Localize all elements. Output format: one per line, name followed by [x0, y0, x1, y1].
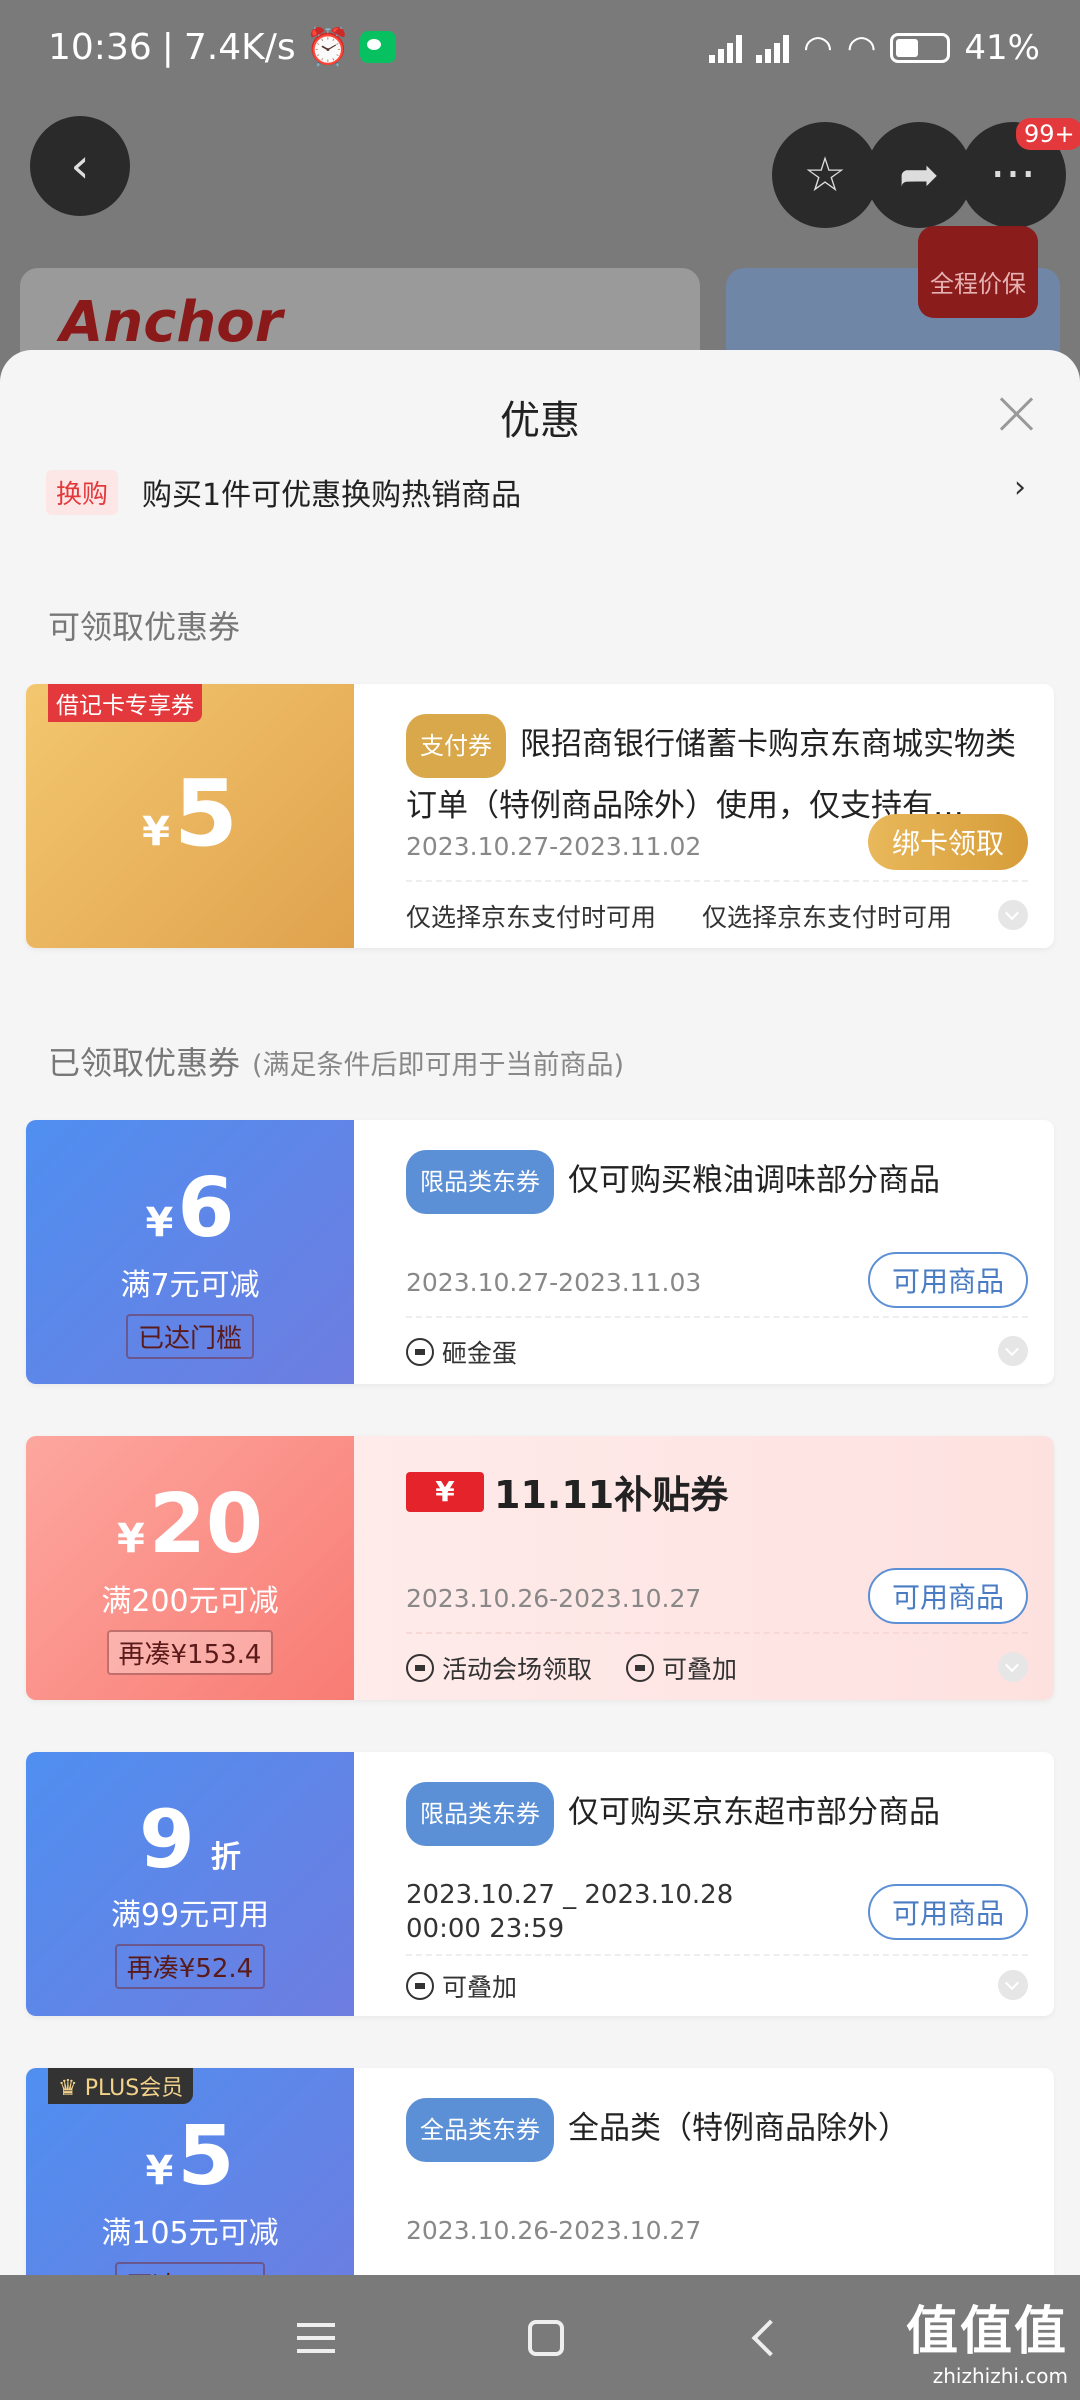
status-time: 10:36 — [48, 26, 152, 68]
promo-row[interactable]: 换购 购买1件可优惠换购热销商品 › — [0, 462, 1080, 526]
coupon-date: 2023.10.26-2023.10.27 — [406, 1584, 702, 1613]
promo-tag: 换购 — [46, 470, 119, 515]
wifi-icon-2: ◠ — [846, 28, 877, 68]
coupon-source: 活动会场领取 — [442, 1655, 593, 1684]
brand-logo: Anchor — [60, 290, 283, 355]
bind-card-button[interactable]: 绑卡领取 — [868, 814, 1028, 870]
coupon-condition: 满99元可用 — [110, 1898, 270, 1933]
back-button[interactable]: ‹ — [30, 116, 130, 216]
wifi-icon: ◠ — [803, 28, 833, 68]
chevron-right-icon: › — [1014, 470, 1026, 505]
share-button[interactable]: ➦ — [866, 122, 972, 228]
star-icon: ☆ — [803, 147, 847, 203]
claimed-section-title: 已领取优惠券 (满足条件后即可用于当前商品) — [48, 1044, 625, 1082]
coupon-card: 9折 满99元可用 再凑¥52.4 限品类东券 仅可购买京东超市部分商品 2023… — [26, 1752, 1054, 2016]
yen-tag-icon: ¥ — [406, 1471, 484, 1512]
chevron-left-icon: ‹ — [70, 138, 90, 194]
back-icon[interactable] — [751, 2319, 789, 2356]
more-icon: ··· — [990, 147, 1036, 203]
coupon-card: 借记卡专享券 ¥5 支付券 限招商银行储蓄卡购京东商城实物类订单（特例商品除外）使… — [26, 684, 1054, 948]
coupon-source: 砸金蛋 — [442, 1339, 518, 1368]
sheet-title: 优惠 — [500, 398, 580, 444]
coupon-title: 仅可购买粮油调味部分商品 — [568, 1162, 940, 1199]
battery-icon — [890, 33, 951, 63]
coupon-type-pill: 全品类东券 — [406, 2098, 554, 2162]
coupon-amount: 20 — [148, 1477, 263, 1572]
menu-icon[interactable] — [296, 2322, 335, 2353]
stackable-label: 可叠加 — [442, 1973, 518, 2002]
coupon-source-icon — [406, 1338, 434, 1366]
available-section-title: 可领取优惠券 — [48, 608, 241, 646]
coupon-footer-note-2: 仅选择京东支付时可用 — [702, 903, 953, 932]
subsidy-coupon-logo: ¥ 11.11补贴券 — [406, 1464, 728, 1519]
coupon-value: ¥5 — [26, 684, 354, 948]
claimed-section-hint: (满足条件后即可用于当前商品) — [252, 1050, 625, 1081]
coupon-card: ¥20 满200元可减 再凑¥153.4 ¥ 11.11补贴券 2023.10.… — [26, 1436, 1054, 1700]
coupon-value: ¥6 满7元可减 已达门槛 — [26, 1120, 354, 1384]
battery-level: 41% — [964, 28, 1040, 68]
coupon-threshold: 再凑¥52.4 — [114, 1944, 266, 1989]
discount-sheet: 优惠 换购 购买1件可优惠换购热销商品 › 可领取优惠券 借记卡专享券 ¥5 支… — [0, 350, 1080, 2275]
plus-member-tag: ♛ PLUS会员 — [48, 2068, 194, 2104]
coupon-card: ♛ PLUS会员 ¥5 满105元可减 再凑¥58.4 全品类东券全品类（特例商… — [26, 2068, 1054, 2275]
coupon-threshold: 再凑¥153.4 — [106, 1630, 274, 1675]
coupon-source-icon — [406, 1654, 434, 1682]
coupon-card: ¥6 满7元可减 已达门槛 限品类东券 仅可购买粮油调味部分商品 2023.10.… — [26, 1120, 1054, 1384]
share-icon: ➦ — [898, 147, 940, 203]
signal-icon — [709, 33, 743, 63]
coupon-type-pill: 限品类东券 — [406, 1150, 554, 1214]
eligible-products-button[interactable]: 可用商品 — [868, 1252, 1028, 1308]
coupon-condition: 满7元可减 — [120, 1268, 260, 1303]
coupon-amount: 5 — [177, 2109, 235, 2204]
stackable-icon — [626, 1654, 655, 1682]
crown-icon: ♛ — [58, 2076, 85, 2101]
sheet-header: 优惠 — [0, 350, 1080, 476]
coupon-condition: 满105元可减 — [101, 2216, 279, 2251]
subsidy-coupon-title: 11.11补贴券 — [494, 1473, 729, 1517]
notification-badge: 99+ — [1016, 118, 1080, 150]
coupon-amount: 6 — [177, 1161, 235, 1256]
eligible-products-button[interactable]: 可用商品 — [868, 1884, 1028, 1940]
network-speed: 7.4K/s — [183, 26, 296, 68]
favorite-button[interactable]: ☆ — [772, 122, 878, 228]
debit-card-tag: 借记卡专享券 — [48, 684, 202, 722]
coupon-footer-note: 仅选择京东支付时可用 — [406, 903, 657, 932]
coupon-amount: 5 — [173, 760, 238, 867]
stackable-label: 可叠加 — [662, 1655, 738, 1684]
expand-icon[interactable] — [998, 1970, 1028, 2000]
coupon-threshold: 再凑¥58.4 — [114, 2262, 266, 2275]
coupon-time: 00:00 23:59 — [406, 1914, 565, 1944]
coupon-date: 2023.10.27-2023.11.03 — [406, 1268, 702, 1297]
expand-icon[interactable] — [998, 1652, 1028, 1682]
coupon-threshold: 已达门槛 — [125, 1314, 254, 1359]
coupon-value: ¥20 满200元可减 再凑¥153.4 — [26, 1436, 354, 1700]
price-guard-badge: 全程价保 — [918, 226, 1038, 318]
coupon-condition: 满200元可减 — [101, 1584, 279, 1619]
coupon-amount: 9 — [139, 1793, 195, 1886]
system-nav-bar: 值值值 zhizhizhi.com — [0, 2275, 1080, 2400]
alarm-icon: ⏰ — [305, 27, 351, 68]
discount-unit: 折 — [210, 1840, 241, 1875]
expand-icon[interactable] — [998, 1336, 1028, 1366]
promo-text: 购买1件可优惠换购热销商品 — [142, 478, 522, 513]
close-icon[interactable] — [996, 394, 1036, 434]
coupon-type-pill: 支付券 — [406, 714, 506, 778]
wechat-icon — [360, 31, 397, 63]
home-icon[interactable] — [527, 2319, 564, 2356]
status-bar: 10:36 | 7.4K/s ⏰ ◠ ◠ 41% — [48, 26, 1040, 69]
coupon-date: 2023.10.27-2023.11.02 — [406, 832, 702, 861]
coupon-date: 2023.10.26-2023.10.27 — [406, 2216, 702, 2245]
coupon-type-pill: 限品类东券 — [406, 1782, 554, 1846]
signal-icon-2 — [756, 33, 790, 63]
coupon-date: 2023.10.27 _ 2023.10.28 — [406, 1880, 734, 1910]
coupon-title: 仅可购买京东超市部分商品 — [568, 1794, 940, 1831]
expand-icon[interactable] — [998, 900, 1028, 930]
eligible-products-button[interactable]: 可用商品 — [868, 1568, 1028, 1624]
watermark: 值值值 zhizhizhi.com — [905, 2302, 1068, 2388]
coupon-title: 全品类（特例商品除外） — [568, 2110, 909, 2147]
coupon-value: 9折 满99元可用 再凑¥52.4 — [26, 1752, 354, 2016]
stackable-icon — [406, 1972, 434, 2000]
